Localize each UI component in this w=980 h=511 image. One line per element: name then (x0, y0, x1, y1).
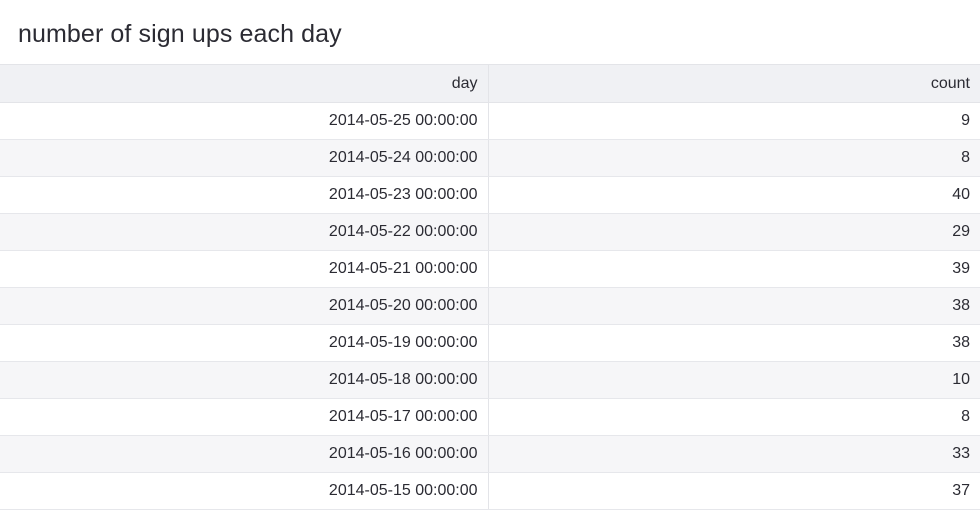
column-header-count[interactable]: count (488, 64, 980, 103)
cell-count: 29 (488, 213, 980, 251)
results-table-container[interactable]: day count 2014-05-25 00:00:00 9 2014-05-24… (0, 64, 980, 511)
cell-day: 2014-05-15 00:00:00 (0, 472, 489, 510)
cell-count: 38 (488, 324, 980, 362)
table-row: 2014-05-23 00:00:00 40 (0, 176, 980, 214)
table-row: 2014-05-25 00:00:00 9 (0, 102, 980, 140)
cell-count: 39 (488, 250, 980, 288)
cell-day: 2014-05-19 00:00:00 (0, 324, 489, 362)
cell-count: 33 (488, 435, 980, 473)
table-row: 2014-05-16 00:00:00 33 (0, 435, 980, 473)
table-row: 2014-05-17 00:00:00 8 (0, 398, 980, 436)
cell-day: 2014-05-24 00:00:00 (0, 139, 489, 177)
table-row: 2014-05-22 00:00:00 29 (0, 213, 980, 251)
cell-day: 2014-05-17 00:00:00 (0, 398, 489, 436)
cell-count: 37 (488, 472, 980, 510)
table-row: 2014-05-24 00:00:00 8 (0, 139, 980, 177)
cell-count: 10 (488, 361, 980, 399)
cell-count: 38 (488, 287, 980, 325)
column-header-day[interactable]: day (0, 64, 489, 103)
cell-day: 2014-05-20 00:00:00 (0, 287, 489, 325)
results-table: day count 2014-05-25 00:00:00 9 2014-05-24… (0, 64, 980, 510)
cell-count: 8 (488, 139, 980, 177)
table-header-row: day count (0, 64, 980, 103)
cell-day: 2014-05-22 00:00:00 (0, 213, 489, 251)
table-header: day count (0, 64, 980, 103)
cell-count: 8 (488, 398, 980, 436)
cell-day: 2014-05-16 00:00:00 (0, 435, 489, 473)
table-row: 2014-05-21 00:00:00 39 (0, 250, 980, 288)
cell-day: 2014-05-23 00:00:00 (0, 176, 489, 214)
page-title: number of sign ups each day (18, 20, 342, 48)
table-body: 2014-05-25 00:00:00 9 2014-05-24 00:00:00 8… (0, 102, 980, 510)
cell-day: 2014-05-21 00:00:00 (0, 250, 489, 288)
cell-count: 9 (488, 102, 980, 140)
cell-day: 2014-05-25 00:00:00 (0, 102, 489, 140)
cell-count: 40 (488, 176, 980, 214)
table-row: 2014-05-15 00:00:00 37 (0, 472, 980, 510)
table-row: 2014-05-19 00:00:00 38 (0, 324, 980, 362)
table-row: 2014-05-20 00:00:00 38 (0, 287, 980, 325)
table-row: 2014-05-18 00:00:00 10 (0, 361, 980, 399)
cell-day: 2014-05-18 00:00:00 (0, 361, 489, 399)
